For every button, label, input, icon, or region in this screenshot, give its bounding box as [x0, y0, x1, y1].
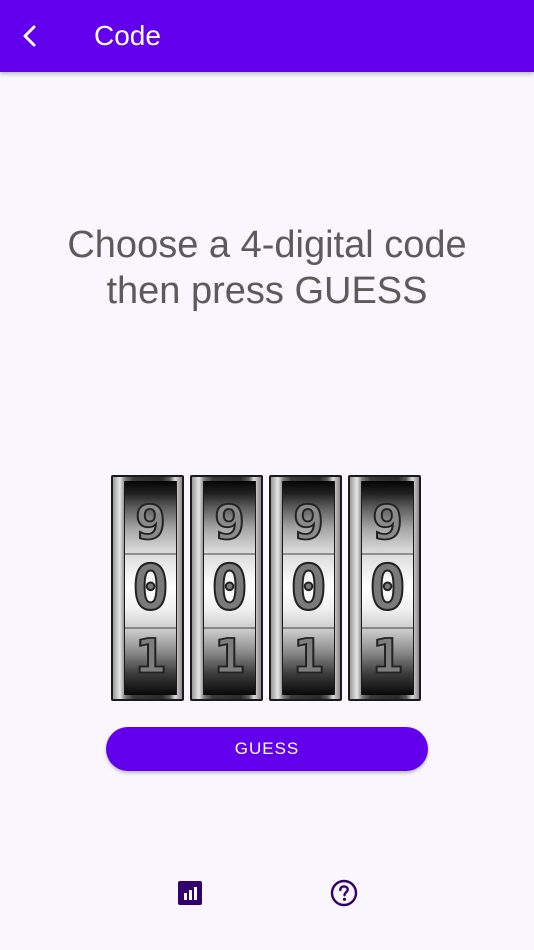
wheel-digit-above: 9	[134, 496, 167, 550]
guess-button[interactable]: GUESS	[106, 727, 428, 771]
help-circle-icon	[330, 879, 358, 907]
wheel-digit-current: 0	[131, 551, 170, 624]
help-button[interactable]	[330, 879, 358, 907]
wheel-drum: 9 0 1	[203, 481, 256, 695]
wheel-digit-below: 1	[371, 630, 404, 684]
app-bar: Code	[0, 0, 534, 72]
wheel-divider	[362, 627, 413, 629]
wheel-digit-current: 0	[289, 551, 328, 624]
code-wheel-1[interactable]: 9 0 1	[111, 475, 184, 701]
bar-chart-icon	[178, 881, 202, 905]
wheel-digit-below: 1	[134, 630, 167, 684]
back-button[interactable]	[8, 14, 52, 58]
code-wheel-4[interactable]: 9 0 1	[348, 475, 421, 701]
wheel-drum: 9 0 1	[361, 481, 414, 695]
code-wheel-2[interactable]: 9 0 1	[190, 475, 263, 701]
page-title: Code	[94, 20, 161, 51]
instruction-line-1: Choose a 4-digital code	[67, 224, 467, 266]
code-wheels: 9 0 1 9 0 1 9 0 1 9 0 1	[111, 475, 423, 701]
instruction-text: Choose a 4-digital code then press GUESS	[0, 222, 534, 314]
wheel-drum: 9 0 1	[124, 481, 177, 695]
instruction-line-2: then press GUESS	[106, 270, 428, 312]
chevron-left-icon	[23, 25, 36, 47]
code-wheel-3[interactable]: 9 0 1	[269, 475, 342, 701]
wheel-digit-current: 0	[368, 551, 407, 624]
wheel-digit-above: 9	[292, 496, 325, 550]
wheel-divider	[125, 627, 176, 629]
wheel-digit-below: 1	[213, 630, 246, 684]
stats-button[interactable]	[177, 880, 203, 906]
wheel-digit-current: 0	[210, 551, 249, 624]
wheel-digit-above: 9	[213, 496, 246, 550]
wheel-digit-below: 1	[292, 630, 325, 684]
wheel-digit-above: 9	[371, 496, 404, 550]
wheel-drum: 9 0 1	[282, 481, 335, 695]
wheel-divider	[283, 627, 334, 629]
wheel-divider	[204, 627, 255, 629]
